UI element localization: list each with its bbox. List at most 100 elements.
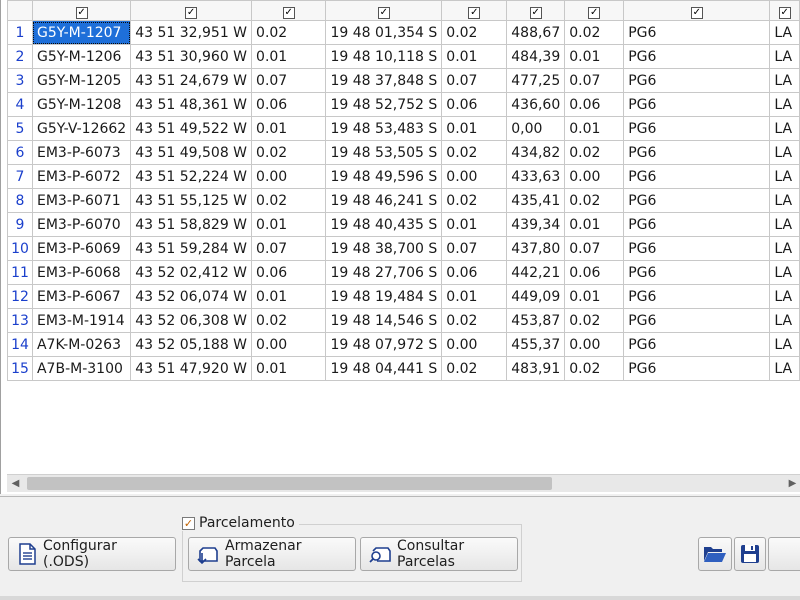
altitude-cell[interactable]: 488,67 <box>506 20 566 45</box>
latitude-error-cell[interactable]: 0.00 <box>441 332 508 357</box>
altitude-cell[interactable]: 477,25 <box>506 68 566 93</box>
point-id-cell[interactable]: G5Y-V-12662 <box>31 116 132 141</box>
altitude-cell[interactable]: 439,34 <box>506 212 566 237</box>
latitude-error-cell[interactable]: 0.01 <box>441 44 508 69</box>
altitude-error-cell[interactable]: 0.07 <box>564 236 625 261</box>
altitude-error-cell[interactable]: 0.01 <box>564 116 625 141</box>
extra-cell[interactable]: LA <box>769 260 800 285</box>
point-id-cell[interactable]: EM3-P-6068 <box>31 260 132 285</box>
extra-cell[interactable]: LA <box>769 236 800 261</box>
altitude-cell[interactable]: 436,60 <box>506 92 566 117</box>
column-checkbox-latitude[interactable]: ✓ <box>325 0 443 21</box>
extra-cell[interactable]: LA <box>769 356 800 381</box>
longitude-error-cell[interactable]: 0.01 <box>251 44 327 69</box>
latitude-error-cell[interactable]: 0.01 <box>441 212 508 237</box>
latitude-cell[interactable]: 19 48 04,441 S <box>325 356 443 381</box>
longitude-cell[interactable]: 43 51 49,522 W <box>130 116 253 141</box>
altitude-error-cell[interactable]: 0.06 <box>564 260 625 285</box>
altitude-error-cell[interactable]: 0.00 <box>564 164 625 189</box>
latitude-error-cell[interactable]: 0.07 <box>441 236 508 261</box>
altitude-cell[interactable]: 483,91 <box>506 356 566 381</box>
table-row[interactable]: 8 EM3-P-6071 43 51 55,125 W 0.02 19 48 46,24… <box>7 188 800 213</box>
table-row[interactable]: 7 EM3-P-6072 43 51 52,224 W 0.00 19 48 49,59… <box>7 164 800 189</box>
save-button[interactable] <box>734 537 766 571</box>
code-cell[interactable]: PG6 <box>623 140 771 165</box>
point-id-cell[interactable]: EM3-P-6069 <box>31 236 132 261</box>
altitude-cell[interactable]: 455,37 <box>506 332 566 357</box>
extra-cell[interactable]: LA <box>769 92 800 117</box>
latitude-cell[interactable]: 19 48 49,596 S <box>325 164 443 189</box>
extra-cell[interactable]: LA <box>769 116 800 141</box>
code-cell[interactable]: PG6 <box>623 308 771 333</box>
table-row[interactable]: 14 A7K-M-0263 43 52 05,188 W 0.00 19 48 07,9… <box>7 332 800 357</box>
open-file-button[interactable] <box>698 537 732 571</box>
point-id-cell[interactable]: EM3-P-6067 <box>31 284 132 309</box>
code-cell[interactable]: PG6 <box>623 212 771 237</box>
table-row[interactable]: 2 G5Y-M-1206 43 51 30,960 W 0.01 19 48 10,11… <box>7 44 800 69</box>
table-row[interactable]: 1 G5Y-M-1207 43 51 32,951 W 0.02 19 48 01,35… <box>7 20 800 45</box>
column-checkbox-altitude[interactable]: ✓ <box>506 0 566 21</box>
table-row[interactable]: 13 EM3-M-1914 43 52 06,308 W 0.02 19 48 14,5… <box>7 308 800 333</box>
altitude-cell[interactable]: 449,09 <box>506 284 566 309</box>
altitude-error-cell[interactable]: 0.02 <box>564 308 625 333</box>
extra-cell[interactable]: LA <box>769 284 800 309</box>
code-cell[interactable]: PG6 <box>623 260 771 285</box>
column-checkbox-altitude-error[interactable]: ✓ <box>564 0 625 21</box>
latitude-error-cell[interactable]: 0.01 <box>441 116 508 141</box>
scroll-right-icon[interactable]: ▶ <box>784 475 800 492</box>
altitude-error-cell[interactable]: 0.01 <box>564 212 625 237</box>
point-id-cell[interactable]: EM3-P-6072 <box>31 164 132 189</box>
table-row[interactable]: 6 EM3-P-6073 43 51 49,508 W 0.02 19 48 53,50… <box>7 140 800 165</box>
table-row[interactable]: 5 G5Y-V-12662 43 51 49,522 W 0.01 19 48 53,4… <box>7 116 800 141</box>
latitude-error-cell[interactable]: 0.02 <box>441 356 508 381</box>
store-parcel-button[interactable]: Armazenar Parcela <box>188 537 356 571</box>
code-cell[interactable]: PG6 <box>623 44 771 69</box>
point-id-cell[interactable]: EM3-P-6073 <box>31 140 132 165</box>
latitude-cell[interactable]: 19 48 19,484 S <box>325 284 443 309</box>
column-checkbox-latitude-error[interactable]: ✓ <box>441 0 508 21</box>
altitude-error-cell[interactable]: 0.01 <box>564 284 625 309</box>
longitude-cell[interactable]: 43 51 24,679 W <box>130 68 253 93</box>
longitude-error-cell[interactable]: 0.02 <box>251 140 327 165</box>
altitude-cell[interactable]: 0,00 <box>506 116 566 141</box>
table-row[interactable]: 4 G5Y-M-1208 43 51 48,361 W 0.06 19 48 52,75… <box>7 92 800 117</box>
latitude-error-cell[interactable]: 0.02 <box>441 188 508 213</box>
latitude-error-cell[interactable]: 0.02 <box>441 140 508 165</box>
latitude-error-cell[interactable]: 0.06 <box>441 260 508 285</box>
parcelamento-checkbox[interactable]: ✓ <box>182 516 195 530</box>
point-id-cell[interactable]: EM3-P-6070 <box>31 212 132 237</box>
altitude-error-cell[interactable]: 0.07 <box>564 68 625 93</box>
extra-cell[interactable]: LA <box>769 308 800 333</box>
latitude-error-cell[interactable]: 0.00 <box>441 164 508 189</box>
latitude-cell[interactable]: 19 48 14,546 S <box>325 308 443 333</box>
longitude-cell[interactable]: 43 51 52,224 W <box>130 164 253 189</box>
point-id-cell[interactable]: G5Y-M-1207 <box>31 20 132 45</box>
altitude-cell[interactable]: 442,21 <box>506 260 566 285</box>
extra-cell[interactable]: LA <box>769 140 800 165</box>
column-checkbox-extra[interactable]: ✓ <box>769 0 800 21</box>
latitude-cell[interactable]: 19 48 37,848 S <box>325 68 443 93</box>
longitude-error-cell[interactable]: 0.02 <box>251 188 327 213</box>
code-cell[interactable]: PG6 <box>623 332 771 357</box>
point-id-cell[interactable]: G5Y-M-1206 <box>31 44 132 69</box>
latitude-error-cell[interactable]: 0.02 <box>441 308 508 333</box>
table-row[interactable]: 11 EM3-P-6068 43 52 02,412 W 0.06 19 48 27,7… <box>7 260 800 285</box>
longitude-error-cell[interactable]: 0.01 <box>251 356 327 381</box>
configure-ods-button[interactable]: Configurar (.ODS) <box>8 537 176 571</box>
point-id-cell[interactable]: G5Y-M-1205 <box>31 68 132 93</box>
code-cell[interactable]: PG6 <box>623 236 771 261</box>
longitude-cell[interactable]: 43 51 55,125 W <box>130 188 253 213</box>
point-id-cell[interactable]: A7K-M-0263 <box>31 332 132 357</box>
longitude-cell[interactable]: 43 51 32,951 W <box>130 20 253 45</box>
column-checkbox-code[interactable]: ✓ <box>623 0 771 21</box>
longitude-error-cell[interactable]: 0.06 <box>251 92 327 117</box>
longitude-error-cell[interactable]: 0.07 <box>251 236 327 261</box>
table-row[interactable]: 3 G5Y-M-1205 43 51 24,679 W 0.07 19 48 37,84… <box>7 68 800 93</box>
latitude-cell[interactable]: 19 48 46,241 S <box>325 188 443 213</box>
longitude-error-cell[interactable]: 0.01 <box>251 212 327 237</box>
more-button[interactable] <box>768 537 800 571</box>
latitude-error-cell[interactable]: 0.02 <box>441 20 508 45</box>
altitude-error-cell[interactable]: 0.01 <box>564 44 625 69</box>
latitude-cell[interactable]: 19 48 01,354 S <box>325 20 443 45</box>
longitude-cell[interactable]: 43 52 06,074 W <box>130 284 253 309</box>
